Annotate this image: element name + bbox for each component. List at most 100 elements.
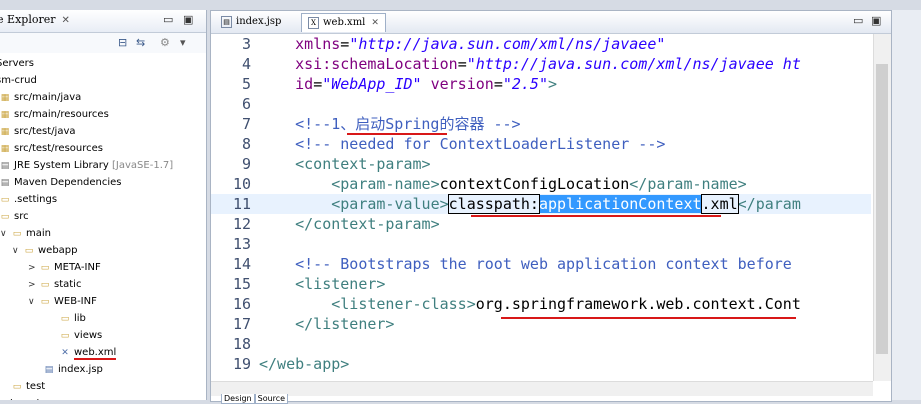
tree-item-index-jsp[interactable]: ▤ index.jsp <box>44 362 103 378</box>
collapse-arrow-icon[interactable]: > <box>28 260 38 276</box>
tab-label: index.jsp <box>236 16 282 27</box>
code-line: 14 <!-- Bootstraps the root web applicat… <box>211 254 871 274</box>
folder-icon: ▭ <box>60 314 70 324</box>
close-icon[interactable]: ✕ <box>371 18 379 28</box>
line-number: 16 <box>232 295 251 313</box>
line-number: 19 <box>232 355 251 373</box>
tree-item-webapp[interactable]: ∨ ▭ webapp <box>12 243 78 259</box>
expand-arrow-icon[interactable]: ∨ <box>28 294 38 310</box>
tree-item-web-xml[interactable]: ✕ web.xml <box>60 345 117 361</box>
xml-attribute: id <box>295 75 314 93</box>
collapse-all-icon[interactable]: ⊟ <box>118 36 127 49</box>
folder-icon: ▭ <box>0 195 10 205</box>
xml-file-icon: X <box>308 16 319 29</box>
tree-item-label: sm-crud <box>0 75 37 86</box>
tree-item-label: views <box>74 330 103 341</box>
tab-design[interactable]: Design <box>221 394 255 404</box>
xml-tag: </listener> <box>295 315 395 333</box>
annotation-underline <box>471 215 721 217</box>
vertical-scrollbar[interactable] <box>873 34 891 381</box>
tree-item-src[interactable]: ▭ src <box>0 209 29 225</box>
xml-tag: </web-app> <box>259 355 350 373</box>
tree-item-src-test-resources[interactable]: ▦ src/test/resources <box>0 141 103 157</box>
tree-item-servers[interactable]: Servers <box>0 56 34 72</box>
tab-index-jsp[interactable]: ▤ index.jsp <box>215 13 287 31</box>
package-explorer-toolbar: ⊟ ⇆ ⚙ ▾ <box>0 33 206 53</box>
filter-icon[interactable]: ⚙ <box>160 36 170 49</box>
tab-source[interactable]: Source <box>254 394 289 404</box>
tree-item-main[interactable]: ∨ ▭ main <box>0 226 51 242</box>
maximize-icon[interactable]: ▣ <box>183 13 193 26</box>
tree-item-label: src/main/resources <box>14 109 109 120</box>
minimize-icon[interactable]: ▭ <box>853 14 863 27</box>
scroll-thumb[interactable] <box>876 64 888 354</box>
xml-tag: > <box>548 75 558 93</box>
right-side-strip <box>892 10 921 400</box>
xml-value: "2.5" <box>502 75 548 93</box>
tree-item-src-main-resources[interactable]: ▦ src/main/resources <box>0 107 109 123</box>
xml-value: "http://java.sun.com/xml/ns/javaee ht <box>466 55 801 73</box>
expand-arrow-icon[interactable]: ∨ <box>0 226 10 242</box>
xml-tag: <context-param> <box>295 155 431 173</box>
tree-item-views[interactable]: ▭ views <box>60 328 103 344</box>
tree-item-src-test-java[interactable]: ▦ src/test/java <box>0 124 76 140</box>
folder-open-icon: ▭ <box>40 297 50 307</box>
line-number: 6 <box>241 95 251 113</box>
folder-icon: ▭ <box>40 263 50 273</box>
editor-tabbar: ▤ index.jsp Xweb.xml ✕ ▭ ▣ <box>211 11 891 34</box>
expand-arrow-icon[interactable]: ∨ <box>12 243 22 259</box>
tree-item-maven-deps[interactable]: ▤ Maven Dependencies <box>0 175 122 191</box>
tree-item-project[interactable]: sm-crud <box>0 73 37 89</box>
xml-attribute: xmlns <box>295 35 341 53</box>
xml-tag: </param <box>737 195 801 213</box>
jsp-file-icon: ▤ <box>221 15 232 28</box>
line-number: 3 <box>241 35 251 53</box>
editor-mode-tabs: Design Source <box>221 394 289 404</box>
line-number: 4 <box>241 55 251 73</box>
tree-item-label: test <box>26 381 46 392</box>
tree-item-label: web.xml <box>74 347 117 360</box>
tree-item-label: Servers <box>0 58 35 69</box>
tree-item-web-inf[interactable]: ∨ ▭ WEB-INF <box>28 294 97 310</box>
code-editor[interactable]: 3 xmlns="http://java.sun.com/xml/ns/java… <box>211 34 873 381</box>
package-icon: ▦ <box>0 127 10 137</box>
xml-comment: <!-- needed for ContextLoaderListener --… <box>295 135 666 153</box>
tree-item-meta-inf[interactable]: > ▭ META-INF <box>28 260 101 276</box>
tree-item-target[interactable]: ▭target <box>0 396 40 400</box>
code-line: 15 <listener> <box>211 274 871 294</box>
selected-text: applicationContext <box>538 195 702 213</box>
collapse-arrow-icon[interactable]: > <box>28 277 38 293</box>
line-number: 10 <box>232 175 251 193</box>
package-explorer-tab[interactable]: ge Explorer ✕ <box>0 13 70 26</box>
code-line: 19 </web-app> <box>211 354 871 374</box>
code-line: 18 <box>211 334 871 354</box>
line-number: 5 <box>241 75 251 93</box>
tree-item-lib[interactable]: ▭ lib <box>60 311 86 327</box>
code-line: 10 <param-name>contextConfigLocation</pa… <box>211 174 871 194</box>
code-line: 4 xsi:schemaLocation="http://java.sun.co… <box>211 54 871 74</box>
folder-open-icon: ▭ <box>24 246 34 256</box>
xml-text: org.springframework.web.context.Cont <box>475 295 801 313</box>
link-with-editor-icon[interactable]: ⇆ <box>136 36 145 49</box>
code-line: 3 xmlns="http://java.sun.com/xml/ns/java… <box>211 34 871 54</box>
xml-text: contextConfigLocation <box>439 175 630 193</box>
minimize-icon[interactable]: ▭ <box>163 13 173 26</box>
line-number: 13 <box>232 235 251 253</box>
maximize-icon[interactable]: ▣ <box>871 14 881 27</box>
xml-file-icon: ✕ <box>61 348 69 358</box>
tree-item-settings[interactable]: ▭ .settings <box>0 192 57 208</box>
tree-item-src-main-java[interactable]: ▦ src/main/java <box>0 90 82 106</box>
horizontal-scrollbar[interactable] <box>211 381 873 396</box>
code-line: 8 <!-- needed for ContextLoaderListener … <box>211 134 871 154</box>
tab-web-xml[interactable]: Xweb.xml ✕ <box>301 13 386 32</box>
view-menu-icon[interactable]: ▾ <box>180 36 186 49</box>
tree-item-test[interactable]: ▭ test <box>12 379 45 395</box>
code-line: 6 <box>211 94 871 114</box>
tree-item-jre-library[interactable]: ▤ JRE System Library [JavaSE-1.7] <box>0 158 173 174</box>
close-icon[interactable]: ✕ <box>62 15 70 26</box>
tree-item-label: .settings <box>14 194 58 205</box>
xml-value: "WebApp_ID" <box>322 75 422 93</box>
tree-item-label: META-INF <box>54 262 101 273</box>
tree-item-static[interactable]: > ▭ static <box>28 277 81 293</box>
xml-tag: </context-param> <box>295 215 440 233</box>
